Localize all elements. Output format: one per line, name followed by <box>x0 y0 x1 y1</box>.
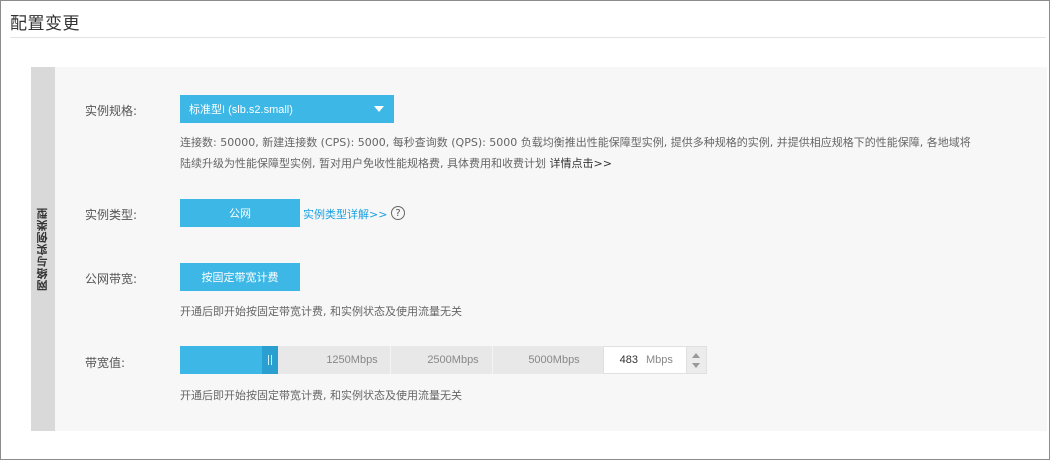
slider-tick-5000: 5000Mbps <box>528 354 580 366</box>
config-change-window: 配置变更 网络与实例类型 实例规格: 标准型I (slb.s2.small) 连… <box>0 0 1050 460</box>
slider-tick-2500: 2500Mbps <box>427 354 479 366</box>
bandwidth-value-field[interactable]: Mbps <box>603 346 687 374</box>
bandwidth-unit: Mbps <box>646 354 673 366</box>
slider-tick-1250: 1250Mbps <box>326 354 378 366</box>
bandwidth-value-label: 带宽值: <box>85 356 126 370</box>
instance-spec-description-line-1: 连接数: 50000, 新建连接数 (CPS): 5000, 每秒查询数 (QP… <box>180 136 971 149</box>
bandwidth-slider-handle[interactable] <box>262 346 278 374</box>
bandwidth-slider-fill <box>180 346 270 374</box>
bandwidth-slider[interactable]: 1250Mbps 2500Mbps 5000Mbps <box>180 346 603 374</box>
stepper-up-icon[interactable] <box>692 353 700 358</box>
instance-spec-description: 连接数: 50000, 新建连接数 (CPS): 5000, 每秒查询数 (QP… <box>180 132 1040 174</box>
instance-spec-description-line-2: 陆续升级为性能保障型实例, 暂对用户免收性能规格费, 具体费用和收费计划 详情点… <box>180 153 1040 174</box>
question-circle-icon[interactable]: ? <box>391 206 405 220</box>
bandwidth-value-hint: 开通后即开始按固定带宽计费, 和实例状态及使用流量无关 <box>180 389 462 402</box>
page-title: 配置变更 <box>10 14 80 34</box>
instance-type-details-link[interactable]: 实例类型详解>> <box>303 206 387 222</box>
public-bandwidth-hint: 开通后即开始按固定带宽计费, 和实例状态及使用流量无关 <box>180 305 462 318</box>
stepper-down-icon[interactable] <box>692 363 700 368</box>
instance-spec-label: 实例规格: <box>85 104 138 118</box>
bandwidth-stepper[interactable] <box>687 346 707 374</box>
bandwidth-value-input[interactable] <box>604 354 644 366</box>
instance-type-label: 实例类型: <box>85 208 138 222</box>
details-link[interactable]: 详情点击>> <box>549 157 611 170</box>
slider-grip-icon <box>271 355 272 365</box>
instance-type-public-button[interactable]: 公网 <box>180 199 300 227</box>
instance-spec-selected: 标准型I (slb.s2.small) <box>189 104 293 116</box>
public-bandwidth-label: 公网带宽: <box>85 272 138 286</box>
title-divider <box>10 37 1046 38</box>
slider-grip-icon <box>268 355 269 365</box>
section-tab: 网络与实例类型 <box>31 67 55 431</box>
caret-down-icon <box>374 106 384 112</box>
section-tab-label: 网络与实例类型 <box>36 207 49 291</box>
instance-spec-dropdown[interactable]: 标准型I (slb.s2.small) <box>180 95 394 123</box>
instance-spec-description-text: 陆续升级为性能保障型实例, 暂对用户免收性能规格费, 具体费用和收费计划 <box>180 157 550 170</box>
fixed-bandwidth-billing-button[interactable]: 按固定带宽计费 <box>180 263 300 291</box>
